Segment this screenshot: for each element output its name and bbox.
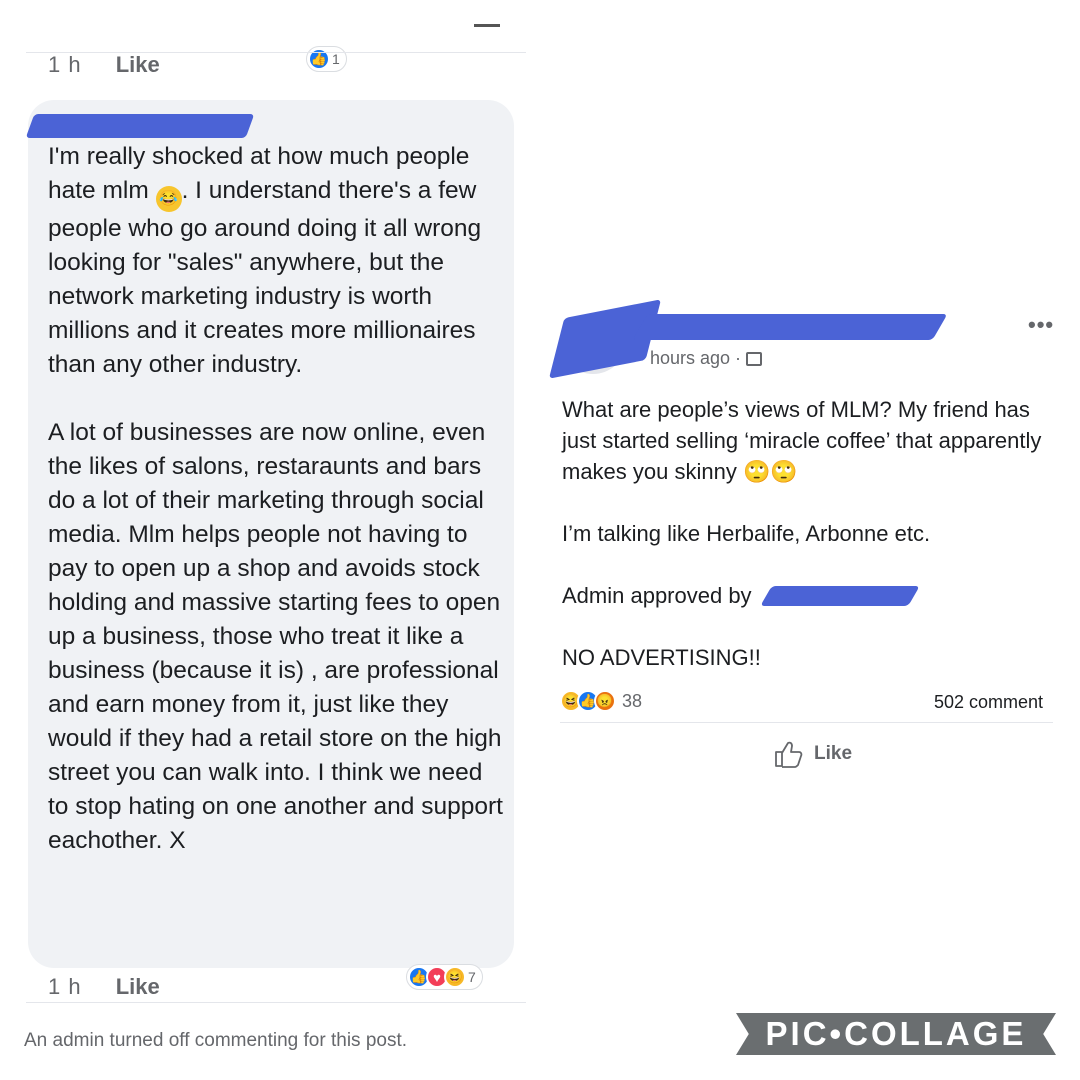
divider xyxy=(560,722,1053,723)
post-line-1-text: What are people’s views of MLM? My frien… xyxy=(562,397,1042,484)
comment-bottom-meta: 1 h Like xyxy=(48,974,160,1000)
comment-paragraph-1: I'm really shocked at how much people ha… xyxy=(48,140,508,382)
laughing-tears-emoji-icon: 😂 xyxy=(155,186,182,212)
post-meta: hours ago · xyxy=(650,348,763,369)
comment-bottom-like-link[interactable]: Like xyxy=(116,974,160,999)
post-body: What are people’s views of MLM? My frien… xyxy=(562,394,1042,704)
comment-top-reaction-count: 1 xyxy=(332,51,340,67)
redacted-poster-name xyxy=(632,314,948,340)
post-line-2: I’m talking like Herbalife, Arbonne etc. xyxy=(562,521,931,546)
haha-reaction-icon: 😆 xyxy=(444,966,466,988)
group-privacy-icon xyxy=(746,352,763,366)
more-options-icon[interactable]: ••• xyxy=(1028,312,1054,338)
post-like-label: Like xyxy=(814,743,853,764)
eye-roll-emoji-icon: 🙄🙄 xyxy=(742,459,798,484)
post-line-3-text: Admin approved by xyxy=(562,583,752,608)
comment-top-like-link[interactable]: Like xyxy=(116,52,160,77)
comments-count[interactable]: 502 comment xyxy=(934,692,1043,713)
comment-paragraph-1-b: . I understand there's a few people who … xyxy=(48,177,482,378)
admin-note: An admin turned off commenting for this … xyxy=(24,1030,408,1051)
thumbs-up-icon xyxy=(775,741,803,768)
comment-bottom-reaction-count: 7 xyxy=(468,969,476,985)
cropped-mark xyxy=(474,24,500,27)
post-reaction-count: 38 xyxy=(622,690,643,711)
post-time: hours ago · xyxy=(650,348,742,368)
redacted-admin-name xyxy=(760,586,920,606)
post-line-1: What are people’s views of MLM? My frien… xyxy=(562,394,1042,487)
piccollage-watermark: PIC•COLLAGE xyxy=(736,1013,1056,1055)
post-line-4: NO ADVERTISING!! xyxy=(562,645,761,670)
comment-bottom-time: 1 h xyxy=(48,974,82,999)
post-reactions[interactable]: 😆 👍 😠 38 xyxy=(560,690,642,712)
comment-top-meta: 1 h Like xyxy=(48,52,160,78)
comment-bottom-reactions[interactable]: 👍 ♥ 😆 7 xyxy=(406,964,483,990)
comment-text: I'm really shocked at how much people ha… xyxy=(48,140,508,892)
comment-top-time: 1 h xyxy=(48,52,82,77)
divider xyxy=(26,52,526,53)
redacted-name xyxy=(25,114,255,138)
divider xyxy=(26,1002,526,1003)
comment-top-reactions[interactable]: 👍 1 xyxy=(306,46,347,72)
comment-paragraph-2: A lot of businesses are now online, even… xyxy=(48,419,503,854)
angry-reaction-icon: 😠 xyxy=(594,690,616,712)
post-like-button[interactable]: Like xyxy=(774,740,852,768)
